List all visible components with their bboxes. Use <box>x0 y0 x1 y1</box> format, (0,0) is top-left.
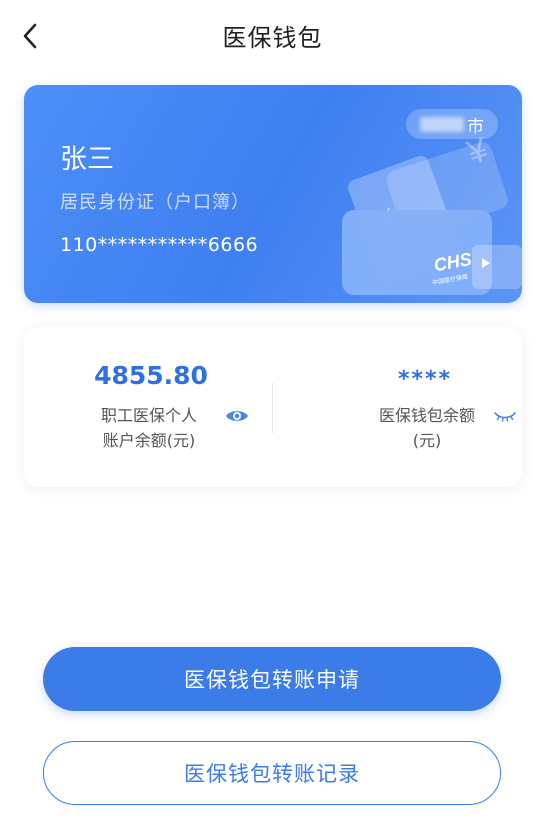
wallet-amount-masked: **** <box>397 367 453 392</box>
eye-open-icon <box>226 411 248 421</box>
wallet-balance: **** 医保钱包余额 (元) <box>274 327 522 487</box>
city-badge: 市 <box>406 109 498 139</box>
wallet-balance-label: 医保钱包余额 (元) <box>378 406 475 450</box>
balance-card: 4855.80 职工医保个人 账户余额(元) **** 医保钱包余额 (元) <box>24 327 522 487</box>
personal-account-amount: 4855.80 <box>94 361 208 390</box>
card-holder-name: 张三 <box>60 144 114 175</box>
city-suffix: 市 <box>467 116 484 137</box>
eye-closed-icon <box>494 412 516 422</box>
document-type: 居民身份证（户口簿） <box>60 192 250 213</box>
toggle-personal-balance-button[interactable] <box>224 405 250 427</box>
top-nav-bar: 医保钱包 <box>0 0 545 70</box>
wallet-cards-illustration: ¥ ¥ CHS 中国医疗保障 <box>342 131 522 295</box>
page-title: 医保钱包 <box>222 24 323 52</box>
toggle-wallet-balance-button[interactable] <box>492 405 518 427</box>
id-number: 110***********6666 <box>60 234 259 256</box>
insurance-id-card[interactable]: ¥ ¥ CHS 中国医疗保障 市 张三 居民身份证（户口簿） 110******… <box>24 85 522 303</box>
medical-wallet-page: 医保钱包 ¥ ¥ CHS 中国医疗保障 市 张三 居民身份证（户口簿） 110*… <box>0 0 545 817</box>
personal-account-label: 职工医保个人 账户余额(元) <box>100 406 197 450</box>
transfer-records-button[interactable]: 医保钱包转账记录 <box>43 741 501 805</box>
balance-divider <box>272 383 273 433</box>
city-name-redacted <box>420 117 464 132</box>
transfer-apply-button[interactable]: 医保钱包转账申请 <box>43 647 501 711</box>
personal-account-balance: 4855.80 职工医保个人 账户余额(元) <box>24 327 272 487</box>
